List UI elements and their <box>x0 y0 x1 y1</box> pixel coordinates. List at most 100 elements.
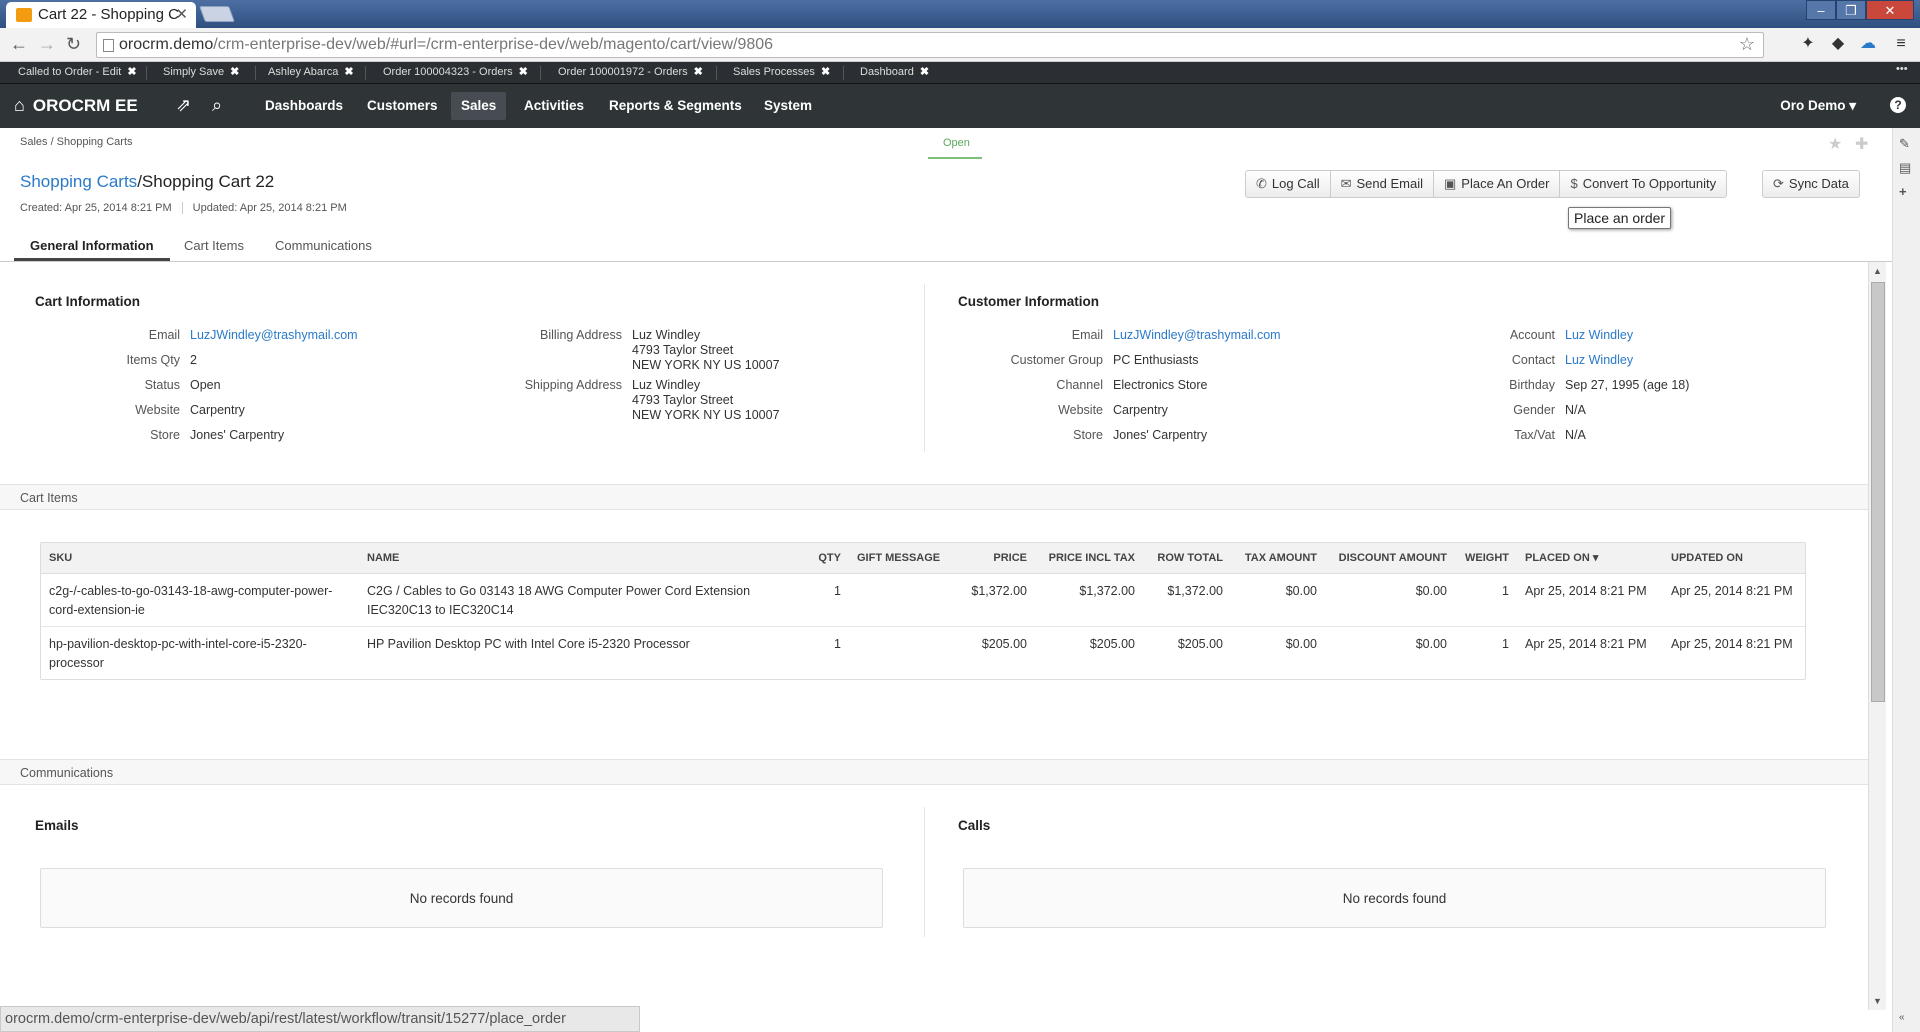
close-icon[interactable]: ✖ <box>920 66 929 78</box>
minimize-icon[interactable]: – <box>1806 0 1836 20</box>
tab-communications[interactable]: Communications <box>275 238 372 253</box>
shortcuts-icon[interactable]: ⇗ <box>176 95 191 116</box>
address-line: NEW YORK NY US 10007 <box>632 358 780 372</box>
app-logo[interactable]: ⌂ OROCRM EE <box>14 95 138 116</box>
scroll-down-icon[interactable]: ▼ <box>1873 996 1882 1006</box>
help-icon[interactable]: ? <box>1890 97 1906 113</box>
extension-cloud-icon[interactable]: ☁ <box>1857 32 1879 56</box>
field-label: Email <box>1071 328 1103 342</box>
column-header-price-incl-tax[interactable]: PRICE INCL TAX <box>1035 543 1143 574</box>
column-header-name[interactable]: NAME <box>359 543 805 574</box>
pinned-tab[interactable]: Called to Order - Edit ✖ <box>18 65 137 78</box>
table-row[interactable]: hp-pavilion-desktop-pc-with-intel-core-i… <box>41 626 1805 679</box>
column-header-tax-amount[interactable]: TAX AMOUNT <box>1231 543 1325 574</box>
browser-tab[interactable]: Cart 22 - Shopping C ✕ <box>6 2 196 28</box>
pencil-icon[interactable]: ✎ <box>1899 136 1910 152</box>
pinned-tab[interactable]: Sales Processes ✖ <box>733 65 830 78</box>
browser-menu-icon[interactable]: ≡ <box>1890 32 1912 56</box>
more-icon[interactable]: ••• <box>1896 63 1908 75</box>
bookmark-star-icon[interactable]: ☆ <box>1739 34 1755 55</box>
sync-group: ⟳ Sync Data <box>1762 170 1860 198</box>
favorite-star-icon[interactable]: ★ <box>1828 134 1842 154</box>
customer-information-heading: Customer Information <box>958 294 1100 309</box>
send-email-button[interactable]: ✉ Send Email <box>1329 171 1433 197</box>
menu-sales[interactable]: Sales <box>451 92 507 120</box>
menu-system[interactable]: System <box>754 84 822 128</box>
pinned-tab[interactable]: Order 100001972 - Orders ✖ <box>558 65 703 78</box>
column-header-updated-on[interactable]: UPDATED ON <box>1663 543 1805 574</box>
close-icon[interactable]: ✖ <box>230 66 239 78</box>
collapse-icon[interactable]: « <box>1899 1012 1905 1023</box>
menu-dashboards[interactable]: Dashboards <box>255 84 353 128</box>
cart-email-row: Email LuzJWindley@trashymail.com <box>149 328 358 343</box>
scroll-up-icon[interactable]: ▲ <box>1873 266 1882 276</box>
table-row[interactable]: c2g-/-cables-to-go-03143-18-awg-computer… <box>41 573 1805 627</box>
convert-to-opportunity-button[interactable]: $ Convert To Opportunity <box>1559 171 1726 197</box>
add-widget-icon[interactable]: + <box>1899 184 1907 199</box>
customer-email-link[interactable]: LuzJWindley@trashymail.com <box>1113 328 1281 342</box>
column-header-price[interactable]: PRICE <box>949 543 1035 574</box>
reload-icon[interactable]: ↻ <box>66 34 81 55</box>
pin-icon[interactable]: ✚ <box>1855 134 1868 154</box>
cell-updated-on: Apr 25, 2014 8:21 PM <box>1671 636 1793 651</box>
contact-link[interactable]: Luz Windley <box>1565 353 1633 367</box>
cart-email-link[interactable]: LuzJWindley@trashymail.com <box>190 328 358 342</box>
close-icon[interactable]: ✖ <box>127 66 136 78</box>
extension-icon[interactable]: ✦ <box>1797 32 1819 56</box>
close-window-icon[interactable]: ✕ <box>1866 0 1914 20</box>
close-tab-icon[interactable]: ✕ <box>175 5 188 23</box>
communications-section-title: Communications <box>0 759 1868 785</box>
account-link[interactable]: Luz Windley <box>1565 328 1633 342</box>
tab-cart-items[interactable]: Cart Items <box>184 238 244 253</box>
page-icon <box>103 39 114 52</box>
column-header-row-total[interactable]: ROW TOTAL <box>1143 543 1231 574</box>
address-line: Luz Windley <box>632 328 701 342</box>
menu-activities[interactable]: Activities <box>514 84 594 128</box>
widget-icon[interactable]: ▤ <box>1899 160 1911 176</box>
search-icon[interactable]: ⌕ <box>212 95 222 116</box>
column-header-placed-on[interactable]: PLACED ON ▾ <box>1517 543 1663 574</box>
close-icon[interactable]: ✖ <box>519 66 528 78</box>
new-tab-button[interactable] <box>199 6 235 22</box>
created-date: Created: Apr 25, 2014 8:21 PM <box>20 202 172 214</box>
forward-icon[interactable]: → <box>38 34 56 55</box>
place-order-button[interactable]: ▣ Place An Order <box>1433 171 1559 197</box>
pinned-tab[interactable]: Simply Save ✖ <box>163 65 239 78</box>
close-icon[interactable]: ✖ <box>694 66 703 78</box>
close-icon[interactable]: ✖ <box>821 66 830 78</box>
shipping-address-row: Shipping Address Luz Windley 4793 Taylor… <box>525 378 780 423</box>
url-bar[interactable]: orocrm.demo/crm-enterprise-dev/web/#url=… <box>96 32 1764 58</box>
content-scrollbar[interactable]: ▲ ▼ <box>1868 262 1886 1010</box>
workflow-step-indicator <box>928 157 982 159</box>
pinned-tab[interactable]: Dashboard ✖ <box>860 65 929 78</box>
close-icon[interactable]: ✖ <box>344 66 353 78</box>
restore-icon[interactable]: ❐ <box>1836 0 1866 20</box>
back-icon[interactable]: ← <box>10 34 28 55</box>
log-call-button[interactable]: ✆ Log Call <box>1246 171 1330 197</box>
shopping-carts-link[interactable]: Shopping Carts <box>20 172 137 191</box>
pinned-tab[interactable]: Order 100004323 - Orders ✖ <box>383 65 528 78</box>
page-title: Shopping Carts/Shopping Cart 22 <box>20 172 274 192</box>
tab-general-information[interactable]: General Information <box>14 238 170 261</box>
column-header-discount-amount[interactable]: DISCOUNT AMOUNT <box>1325 543 1455 574</box>
user-menu[interactable]: Oro Demo ▾ <box>1780 98 1856 114</box>
url-host: orocrm.demo <box>119 36 214 53</box>
extension-icon[interactable]: ◆ <box>1827 32 1849 56</box>
menu-reports-segments[interactable]: Reports & Segments <box>599 84 752 128</box>
status-row: Status Open <box>145 378 221 393</box>
column-header-sku[interactable]: SKU <box>41 543 359 574</box>
customer-email-row: Email LuzJWindley@trashymail.com <box>1072 328 1281 343</box>
column-header-weight[interactable]: WEIGHT <box>1455 543 1517 574</box>
sync-data-button[interactable]: ⟳ Sync Data <box>1763 171 1859 197</box>
page-meta: Created: Apr 25, 2014 8:21 PM Updated: Ap… <box>20 202 347 215</box>
column-header-gift-message[interactable]: GIFT MESSAGE <box>849 543 949 574</box>
menu-customers[interactable]: Customers <box>357 84 448 128</box>
column-header-qty[interactable]: QTY <box>805 543 849 574</box>
scrollbar-thumb[interactable] <box>1871 282 1885 702</box>
cart-items-section-title: Cart Items <box>0 484 1868 510</box>
gender-value: N/A <box>1565 403 1586 417</box>
address-line: Luz Windley <box>632 378 701 392</box>
pinned-tab[interactable]: Ashley Abarca ✖ <box>268 65 354 78</box>
caret-down-icon: ▾ <box>1849 98 1856 113</box>
website-value: Carpentry <box>190 403 245 417</box>
